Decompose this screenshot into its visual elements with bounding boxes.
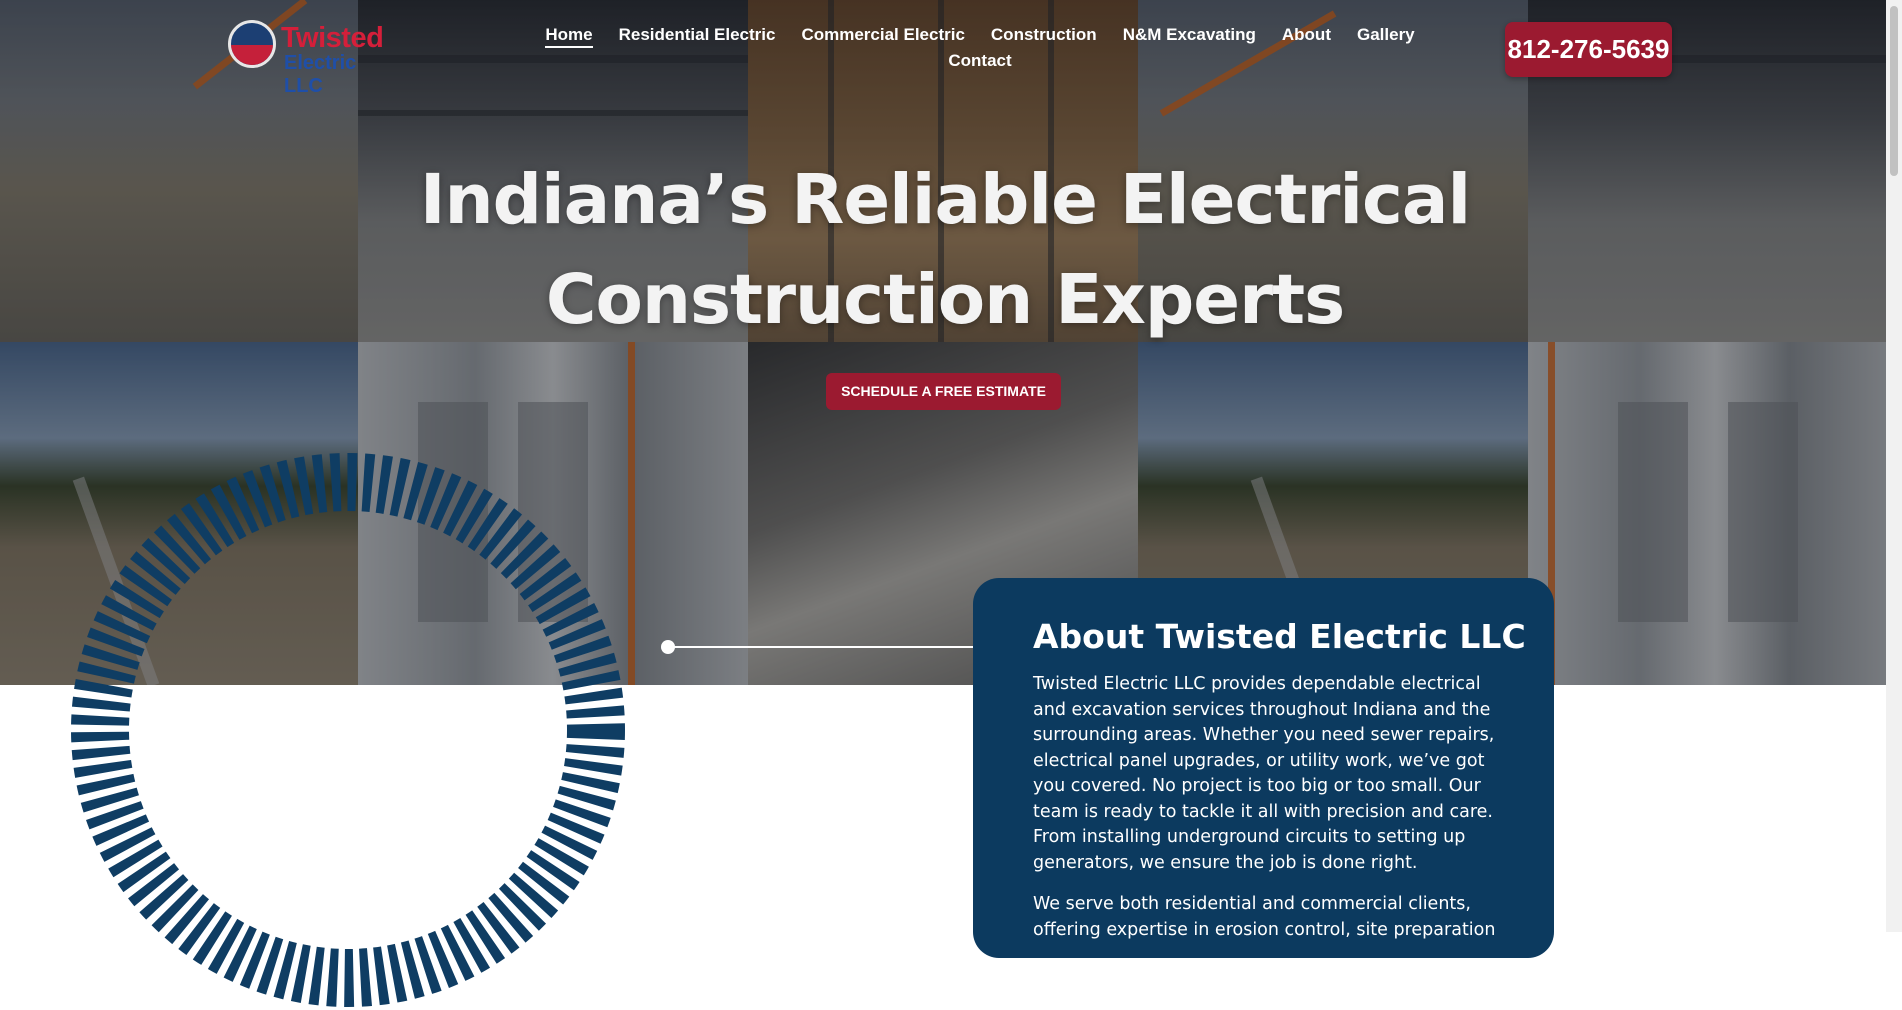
- nav-nm-excavating[interactable]: N&M Excavating: [1123, 22, 1256, 48]
- hero-headline-line2: Construction Experts: [545, 260, 1345, 340]
- hero-photo-panels-2: [1528, 342, 1902, 685]
- nav-home[interactable]: Home: [545, 24, 593, 48]
- scrollbar-thumb[interactable]: [1890, 6, 1898, 176]
- nav-gallery[interactable]: Gallery: [1357, 22, 1415, 48]
- logo-text-line1: Twisted: [281, 22, 384, 54]
- about-card: About Twisted Electric LLC Twisted Elect…: [973, 578, 1554, 958]
- nav-contact[interactable]: Contact: [948, 48, 1011, 74]
- about-connector-line: [661, 640, 1018, 654]
- decorative-ring-graphic: [71, 453, 625, 1007]
- page-scrollbar[interactable]: [1886, 0, 1902, 932]
- schedule-estimate-button[interactable]: SCHEDULE A FREE ESTIMATE: [826, 373, 1061, 410]
- about-paragraph-2: We serve both residential and commercial…: [1033, 894, 1496, 940]
- about-title: About Twisted Electric LLC: [1033, 617, 1526, 656]
- hero-headline-line1: Indiana’s Reliable Electrical: [419, 160, 1471, 240]
- site-logo[interactable]: Twisted Electric LLC: [228, 18, 393, 97]
- phone-button[interactable]: 812-276-5639: [1505, 22, 1672, 77]
- nav-construction[interactable]: Construction: [991, 22, 1097, 48]
- logo-text-line2: Electric LLC: [284, 52, 357, 97]
- about-paragraph-1: Twisted Electric LLC provides dependable…: [1033, 674, 1495, 873]
- main-nav: Home Residential Electric Commercial Elect…: [520, 22, 1440, 74]
- nav-about[interactable]: About: [1282, 22, 1331, 48]
- logo-emblem-icon: [228, 20, 276, 68]
- nav-residential-electric[interactable]: Residential Electric: [619, 22, 776, 48]
- nav-commercial-electric[interactable]: Commercial Electric: [801, 22, 964, 48]
- hero-headline: Indiana’s Reliable Electrical Constructi…: [360, 150, 1530, 350]
- connector-dot-icon: [661, 640, 675, 654]
